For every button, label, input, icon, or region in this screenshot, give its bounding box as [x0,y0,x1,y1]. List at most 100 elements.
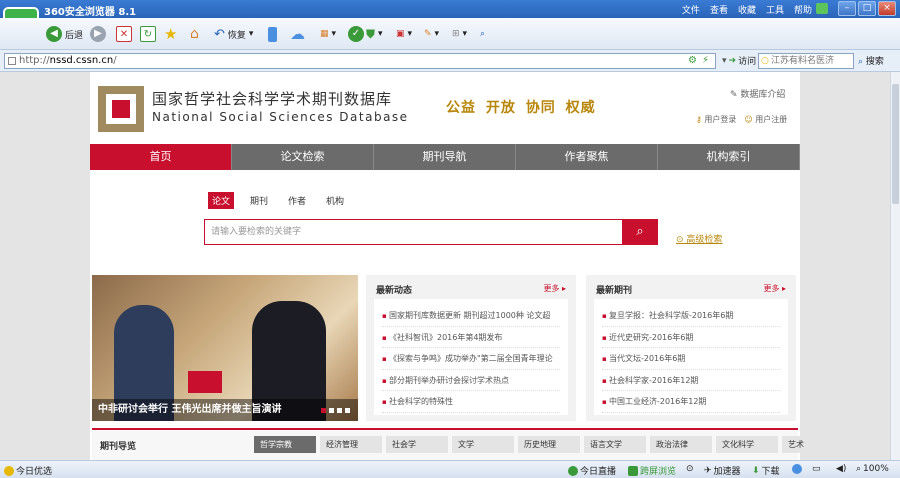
translate-button[interactable]: ⊞ ▾ [452,25,467,43]
search-tab-author[interactable]: 作者 [284,192,310,209]
feature-caption[interactable]: 中非研讨会举行 王伟光出席并做主旨演讲 [92,399,358,421]
speed-icon[interactable]: ⚙ [688,54,697,68]
journals-more-link[interactable]: 更多 ▸ [763,283,786,294]
keyword-search-input[interactable]: 请输入要检索的关键字 [204,219,624,245]
journal-item[interactable]: 近代史研究-2016年6期 [602,327,780,348]
screenshot-button[interactable]: ▣ ▾ [396,25,412,43]
ie-mode-button[interactable] [792,464,802,474]
guide-tab[interactable]: 艺术 [782,436,844,453]
maximize-button[interactable]: □ [858,1,876,16]
journals-panel: 最新期刊 更多 ▸ 复旦学报：社会科学版-2016年6期 近代史研究-2016年… [586,275,796,421]
refresh-button[interactable]: ↻ [140,25,156,43]
skin-icon[interactable] [816,3,828,14]
slide-dot[interactable] [329,408,334,413]
guide-tab[interactable]: 文化科学 [716,436,778,453]
accelerator-button[interactable]: ✈ 加速器 [704,464,741,478]
download-label: 下载 [761,467,780,477]
apps-button[interactable]: ▦ ▾ [320,25,336,43]
address-prefix: http:// [19,55,50,66]
download-button[interactable]: ⬇ 下载 [752,464,780,478]
site-title-en: National Social Sciences Database [152,110,409,124]
chevron-down-icon: ▾ [434,29,440,39]
nav-home[interactable]: 首页 [90,144,232,170]
scrollbar-thumb[interactable] [892,84,899,204]
zoom-icon: ⌕ [856,464,862,474]
address-suffix: / [113,55,117,66]
news-more-link[interactable]: 更多 ▸ [543,283,566,294]
cross-screen-button[interactable]: 跨屏浏览 [628,464,676,477]
search-tab-journal[interactable]: 期刊 [246,192,272,209]
nav-author-focus[interactable]: 作者聚焦 [516,144,658,170]
journal-item[interactable]: 社会科学家-2016年12期 [602,370,780,391]
journal-item[interactable]: 复旦学报：社会科学版-2016年6期 [602,305,780,327]
news-item[interactable]: 社会科学的特殊性 [382,391,560,413]
register-link[interactable]: ☺ 用户注册 [744,114,787,125]
home-button[interactable]: ⌂ [190,25,199,43]
stop-button[interactable]: ✕ [116,25,132,43]
guide-tab[interactable]: 历史地理 [518,436,580,453]
menu-view[interactable]: 查看 [710,3,728,16]
slide-dot[interactable] [345,408,350,413]
status-tool-button[interactable]: ⊙ [686,464,694,474]
search-button[interactable]: ⌕ 搜索 [858,54,884,67]
menu-favorites[interactable]: 收藏 [738,3,756,16]
apps-icon: ▦ [320,29,329,39]
guide-tab[interactable]: 文学 [452,436,514,453]
search-tab-institution[interactable]: 机构 [322,192,348,209]
close-button[interactable]: × [878,1,896,16]
search-input[interactable]: ○ 江苏有料名医济 [758,53,854,69]
journal-item[interactable]: 当代文坛-2016年6期 [602,348,780,370]
guide-tab[interactable]: 经济管理 [320,436,382,453]
guide-tab[interactable]: 社会学 [386,436,448,453]
cloud-button[interactable]: ☁ [290,25,305,43]
search-tab-paper[interactable]: 论文 [208,192,235,209]
extension-button[interactable]: ✎ ▾ [424,25,439,43]
speaker-icon: ◀) [836,464,847,474]
today-pick-button[interactable]: 今日优选 [4,464,52,477]
window-mode-button[interactable]: ▭ [812,464,821,474]
stop-icon: ✕ [116,26,132,42]
live-label: 今日直播 [580,467,617,477]
login-link[interactable]: ⚷ 用户登录 [696,114,736,125]
site-logo[interactable] [98,86,144,132]
back-button[interactable]: ◀ 后退 [46,25,83,43]
nav-paper-search[interactable]: 论文检索 [232,144,374,170]
favorite-button[interactable]: ★ [164,25,177,43]
advanced-search-link[interactable]: ⊙ 高级检索 [676,232,722,245]
guide-tab[interactable]: 政治法律 [650,436,712,453]
vertical-scrollbar[interactable] [890,72,900,460]
screenshot-icon: ▣ [396,29,405,39]
volume-button[interactable]: ◀) [836,464,846,474]
slide-dot[interactable] [321,408,326,413]
slide-dot[interactable] [337,408,342,413]
news-item[interactable]: 《社科智讯》2016年第4期发布 [382,327,560,348]
feature-slideshow[interactable]: 中非研讨会举行 王伟光出席并做主旨演讲 [92,275,358,421]
magnifier-icon: ⌕ [480,29,486,39]
address-input[interactable]: http://nssd.cssn.cn/ ⚙ ⚡ [4,53,716,69]
today-pick-label: 今日优选 [16,467,53,477]
guide-tab[interactable]: 语言文学 [584,436,646,453]
nav-journal-nav[interactable]: 期刊导航 [374,144,516,170]
menu-tools[interactable]: 工具 [766,3,784,16]
keyword-search-button[interactable]: ⌕ [622,219,658,245]
guide-tab[interactable]: 哲学宗教 [254,436,316,453]
forward-button[interactable]: ▶ [90,25,106,43]
cloud-icon: ☁ [290,25,305,43]
news-item[interactable]: 国家期刊库数据更新 期刊超过1000种 论文超 [382,305,560,327]
news-item[interactable]: 部分期刊举办研讨会探讨学术热点 [382,370,560,391]
menu-help[interactable]: 帮助 [794,3,812,16]
shield-button[interactable]: ⛊ ▾ [366,25,383,43]
news-item[interactable]: 《探索与争鸣》成功举办"第二届全国青年理论 [382,348,560,370]
minimize-button[interactable]: – [838,1,856,16]
live-button[interactable]: 今日直播 [568,464,616,477]
nav-institution-index[interactable]: 机构索引 [658,144,800,170]
lightning-icon[interactable]: ⚡ [702,54,709,68]
db-intro-link[interactable]: ✎ 数据库介绍 [730,87,785,100]
mobile-button[interactable] [268,25,277,43]
menu-file[interactable]: 文件 [682,3,700,16]
restore-button[interactable]: ↶ 恢复 ▾ [214,25,253,43]
visit-button[interactable]: ▾ ➜ 访问 [722,54,756,68]
zoom-level[interactable]: ⌕ 100% [856,464,889,474]
journal-item[interactable]: 中国工业经济-2016年12期 [602,391,780,413]
zoom-button[interactable]: ⌕ [480,25,485,43]
